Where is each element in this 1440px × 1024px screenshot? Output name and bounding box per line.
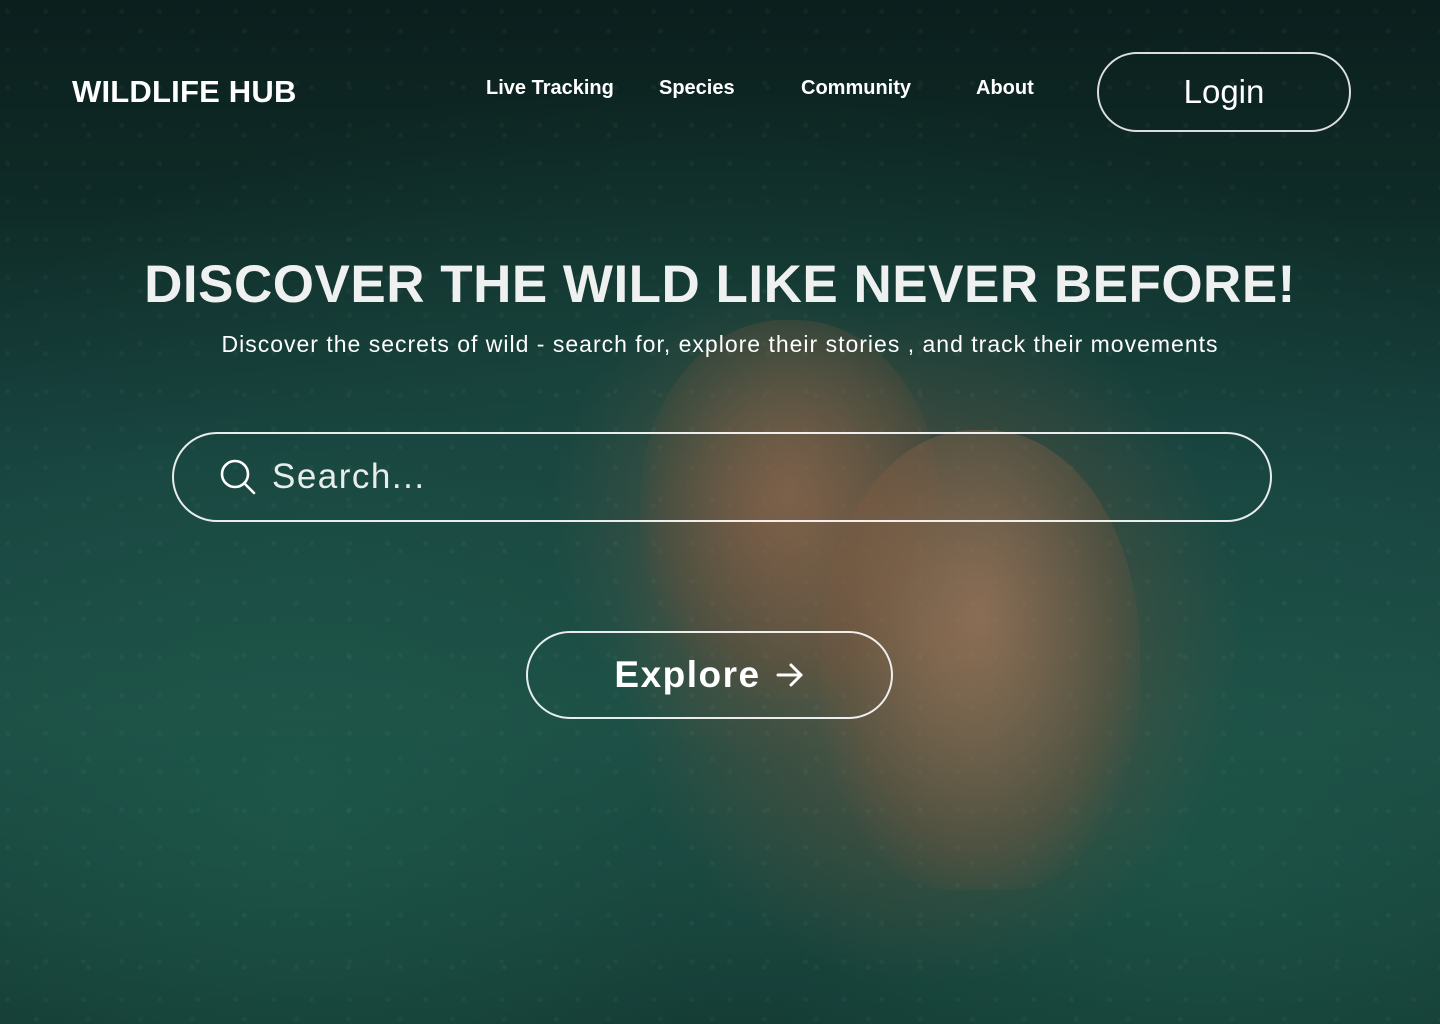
hero-title: DISCOVER THE WILD LIKE NEVER BEFORE!: [144, 255, 1296, 314]
arrow-right-icon-graphic: [776, 663, 803, 687]
nav-live-tracking[interactable]: Live Tracking: [486, 77, 614, 100]
site-logo[interactable]: WILDLIFE HUB: [72, 74, 297, 110]
nav-community[interactable]: Community: [801, 77, 911, 100]
site-header: WILDLIFE HUB Live Tracking Species Commu…: [0, 0, 1440, 180]
nav-about[interactable]: About: [976, 77, 1034, 100]
login-button[interactable]: Login: [1097, 52, 1351, 132]
search-icon[interactable]: [218, 457, 258, 497]
arrow-right-icon: [775, 660, 805, 690]
nav-species[interactable]: Species: [659, 77, 735, 100]
search-input[interactable]: [270, 446, 1270, 508]
explore-button[interactable]: Explore: [526, 631, 893, 719]
landing-page: WILDLIFE HUB Live Tracking Species Commu…: [0, 0, 1440, 1024]
search-icon-graphic: [220, 459, 256, 495]
hero-subtitle: Discover the secrets of wild - search fo…: [221, 331, 1219, 357]
explore-label: Explore: [614, 654, 761, 695]
search-bar[interactable]: [172, 432, 1272, 522]
